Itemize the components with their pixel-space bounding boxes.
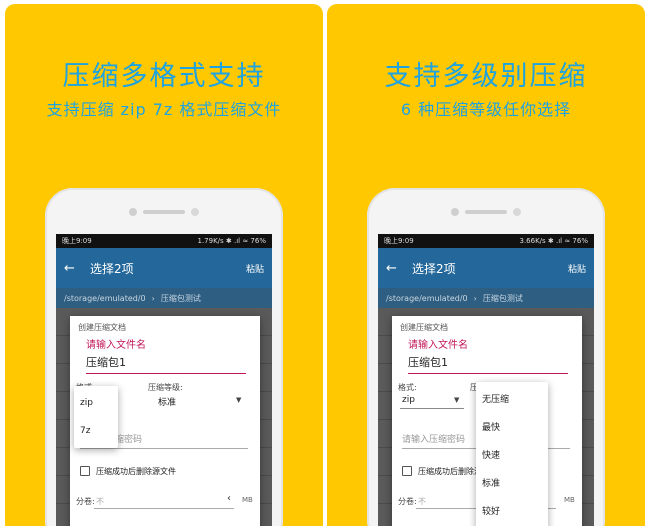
chevron-left-icon[interactable]: ‹ (227, 493, 231, 504)
status-indicators: 3.66K/s ✱ .ıl ≈ 76% (519, 237, 589, 245)
chevron-right-icon: › (473, 293, 477, 303)
phone-mockup: 晚上9:09 3.66K/s ✱ .ıl ≈ 76% ← 选择2项 粘贴 /st… (367, 188, 605, 526)
split-unit: MB (242, 496, 253, 504)
headline: 压缩多格式支持 (62, 61, 266, 92)
split-unit: MB (564, 496, 575, 504)
split-label: 分卷: (398, 497, 417, 506)
level-option-fast[interactable]: 快速 (482, 448, 500, 461)
phone-mockup: 晚上9:09 1.79K/s ✱ .ıl ≈ 76% ← 选择2项 粘贴 /st… (45, 188, 283, 526)
app-title: 选择2项 (412, 261, 456, 276)
breadcrumb-folder[interactable]: 压缩包测试 (161, 293, 201, 304)
headline: 支持多级别压缩 (384, 61, 588, 92)
split-input[interactable]: 不 (418, 496, 426, 507)
subheadline: 支持压缩 zip 7z 格式压缩文件 (46, 100, 282, 119)
speaker-grille (465, 210, 507, 214)
dropdown-arrow-icon: ▼ (454, 396, 460, 404)
format-option-zip[interactable]: zip (80, 398, 93, 408)
proximity-sensor (191, 208, 199, 216)
split-input[interactable]: 不 (96, 496, 104, 507)
create-archive-dialog: 创建压缩文档 请输入文件名 压缩包1 格式: 压缩等级: 标准 ▼ 压缩密码 压… (70, 316, 260, 526)
format-label: 格式: (398, 383, 417, 392)
status-bar: 晚上9:09 3.66K/s ✱ .ıl ≈ 76% (378, 234, 594, 248)
breadcrumb-root[interactable]: /storage/emulated/0 (64, 294, 146, 303)
breadcrumb: /storage/emulated/0 › 压缩包测试 (56, 288, 272, 308)
app-title: 选择2项 (90, 261, 134, 276)
level-select[interactable]: 标准 (158, 395, 176, 408)
subheadline: 6 种压缩等级任你选择 (400, 100, 572, 119)
status-bar: 晚上9:09 1.79K/s ✱ .ıl ≈ 76% (56, 234, 272, 248)
speaker-grille (143, 210, 185, 214)
promo-panel-left: 压缩多格式支持 支持压缩 zip 7z 格式压缩文件 晚上9:09 1.79K/… (5, 4, 323, 526)
status-indicators: 1.79K/s ✱ .ıl ≈ 76% (197, 237, 267, 245)
format-underline (400, 408, 464, 409)
paste-button[interactable]: 粘贴 (246, 262, 264, 275)
status-time: 晚上9:09 (384, 237, 414, 245)
delete-source-checkbox[interactable] (402, 466, 412, 476)
breadcrumb-root[interactable]: /storage/emulated/0 (386, 294, 468, 303)
promo-panel-right: 支持多级别压缩 6 种压缩等级任你选择 晚上9:09 3.66K/s ✱ .ıl… (327, 4, 645, 526)
delete-source-checkbox[interactable] (80, 466, 90, 476)
level-option-fastest[interactable]: 最快 (482, 420, 500, 433)
breadcrumb-folder[interactable]: 压缩包测试 (483, 293, 523, 304)
app-bar: ← 选择2项 粘贴 (56, 248, 272, 288)
password-underline (80, 448, 248, 449)
format-select[interactable]: zip (402, 395, 415, 405)
filename-hint: 请输入文件名 (86, 340, 146, 351)
app-bar: ← 选择2项 粘贴 (378, 248, 594, 288)
filename-hint: 请输入文件名 (408, 340, 468, 351)
dialog-title: 创建压缩文档 (400, 323, 448, 332)
dialog-title: 创建压缩文档 (78, 323, 126, 332)
breadcrumb: /storage/emulated/0 › 压缩包测试 (378, 288, 594, 308)
status-time: 晚上9:09 (62, 237, 92, 245)
level-option-standard[interactable]: 标准 (482, 476, 500, 489)
format-dropdown-menu: zip 7z (74, 386, 118, 448)
filename-input[interactable]: 压缩包1 (408, 354, 568, 374)
front-camera (451, 208, 459, 216)
level-label: 压缩等级: (148, 383, 183, 392)
phone-screen: 晚上9:09 1.79K/s ✱ .ıl ≈ 76% ← 选择2项 粘贴 /st… (56, 234, 272, 526)
delete-source-label: 压缩成功后删除源 (418, 467, 482, 476)
delete-source-label: 压缩成功后删除源文件 (96, 467, 176, 476)
level-option-better[interactable]: 较好 (482, 504, 500, 517)
dropdown-arrow-icon: ▼ (236, 396, 242, 404)
proximity-sensor (513, 208, 521, 216)
back-arrow-icon[interactable]: ← (386, 261, 412, 276)
split-underline (94, 508, 234, 509)
filename-input[interactable]: 压缩包1 (86, 354, 246, 374)
split-label: 分卷: (76, 497, 95, 506)
back-arrow-icon[interactable]: ← (64, 261, 90, 276)
level-dropdown-menu: 无压缩 最快 快速 标准 较好 (476, 382, 548, 526)
level-option-none[interactable]: 无压缩 (482, 392, 509, 405)
paste-button[interactable]: 粘贴 (568, 262, 586, 275)
front-camera (129, 208, 137, 216)
format-option-7z[interactable]: 7z (80, 426, 90, 436)
password-input[interactable]: 请输入压缩密码 (402, 432, 465, 445)
phone-screen: 晚上9:09 3.66K/s ✱ .ıl ≈ 76% ← 选择2项 粘贴 /st… (378, 234, 594, 526)
chevron-right-icon: › (151, 293, 155, 303)
